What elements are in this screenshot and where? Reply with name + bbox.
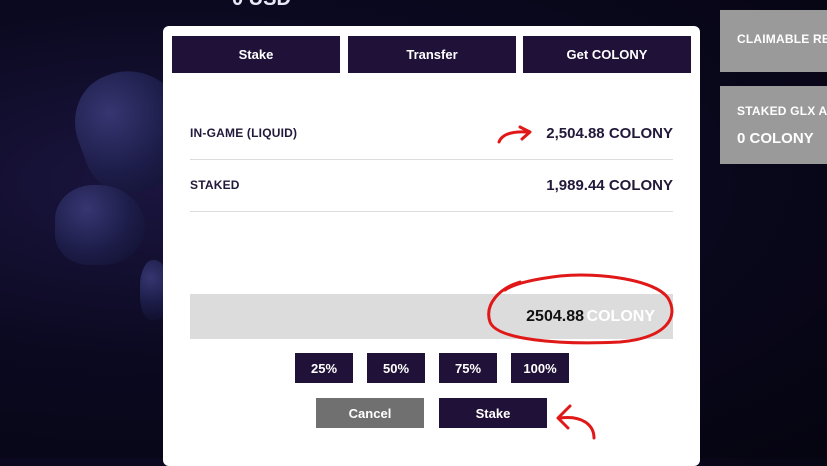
- stake-amount-value: 2504.88: [526, 308, 584, 325]
- stake-amount-unit: COLONY: [586, 308, 655, 325]
- staked-glx-value: 0 COLONY: [737, 130, 814, 147]
- staked-glx-card: STAKED GLX AN 0 COLONY: [720, 86, 827, 164]
- percent-50-button[interactable]: 50%: [367, 353, 425, 383]
- percent-75-button[interactable]: 75%: [439, 353, 497, 383]
- tab-stake[interactable]: Stake: [172, 36, 340, 73]
- claimable-rewards-card: CLAIMABLE REW: [720, 10, 827, 72]
- percent-100-button[interactable]: 100%: [511, 353, 569, 383]
- stake-button[interactable]: Stake: [439, 398, 547, 428]
- in-game-liquid-row: IN-GAME (LIQUID) 2,504.88 COLONY: [190, 108, 673, 160]
- background-top-text: 0 USD: [232, 0, 291, 11]
- staked-label: STAKED: [190, 178, 240, 192]
- percent-25-button[interactable]: 25%: [295, 353, 353, 383]
- stake-amount-input[interactable]: 2504.88 COLONY: [190, 294, 673, 339]
- claimable-rewards-label: CLAIMABLE REW: [737, 32, 827, 46]
- staked-row: STAKED 1,989.44 COLONY: [190, 160, 673, 212]
- modal-tabs: Stake Transfer Get COLONY: [172, 36, 691, 73]
- staked-glx-label: STAKED GLX AN: [737, 104, 827, 118]
- staked-value: 1,989.44 COLONY: [546, 177, 673, 194]
- tab-transfer[interactable]: Transfer: [348, 36, 516, 73]
- tab-get-colony[interactable]: Get COLONY: [523, 36, 691, 73]
- in-game-liquid-value: 2,504.88 COLONY: [546, 125, 673, 142]
- asteroid-image: [55, 185, 145, 265]
- cancel-button[interactable]: Cancel: [316, 398, 424, 428]
- stake-modal: Stake Transfer Get COLONY IN-GAME (LIQUI…: [163, 26, 700, 466]
- in-game-liquid-label: IN-GAME (LIQUID): [190, 126, 298, 140]
